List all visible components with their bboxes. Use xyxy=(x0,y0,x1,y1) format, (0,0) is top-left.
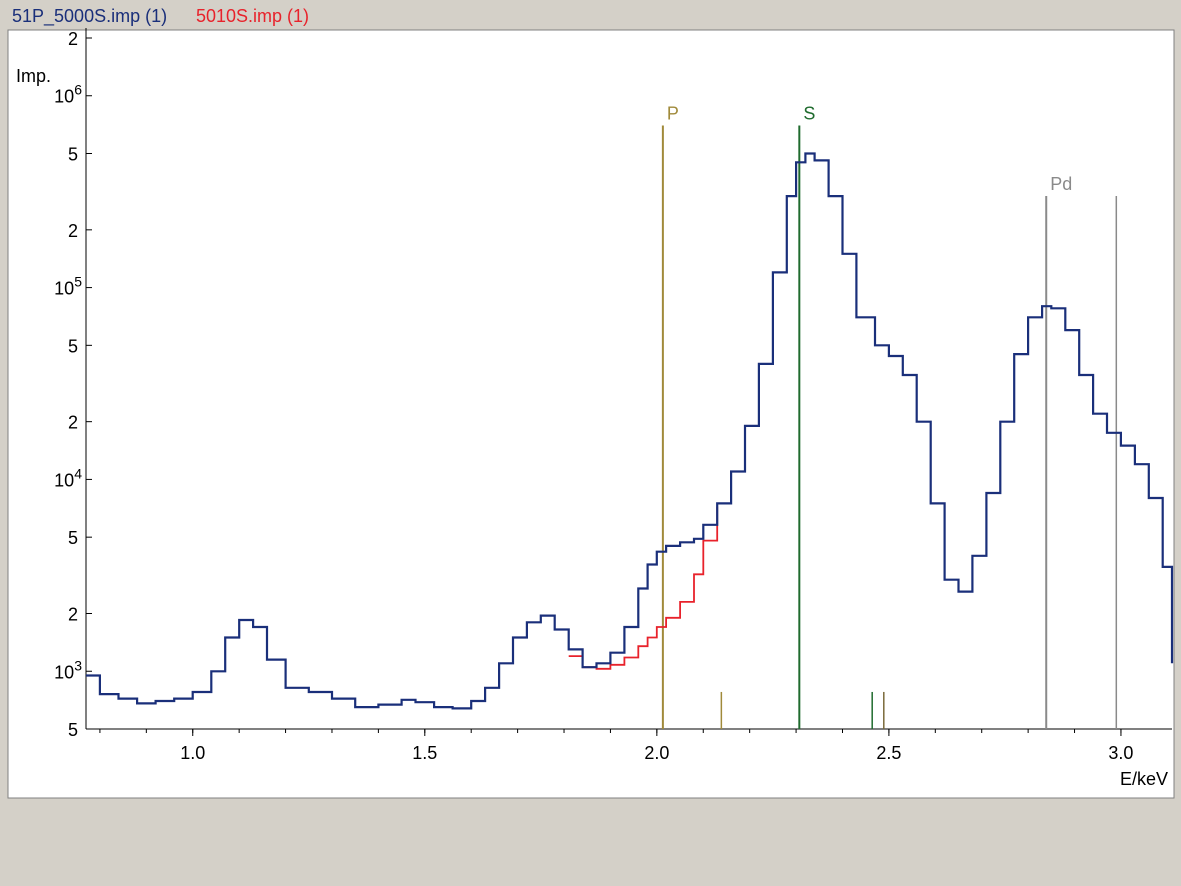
y-tick-label: 2 xyxy=(68,605,78,625)
x-tick-label: 1.5 xyxy=(412,743,437,763)
y-axis-title: Imp. xyxy=(16,66,51,86)
chart-panel xyxy=(7,29,1175,799)
y-tick-label: 2 xyxy=(68,221,78,241)
y-tick-label: 2 xyxy=(68,413,78,433)
x-axis-title: E/keV xyxy=(1120,769,1168,789)
x-tick-label: 2.0 xyxy=(644,743,669,763)
y-tick-label: 5 xyxy=(68,336,78,356)
x-tick-label: 2.5 xyxy=(876,743,901,763)
y-tick-label: 5 xyxy=(68,528,78,548)
y-tick-label: 2 xyxy=(68,29,78,49)
y-tick-label: 5 xyxy=(68,144,78,164)
element-marker-label: P xyxy=(667,103,679,123)
y-tick-label: 5 xyxy=(68,720,78,740)
element-marker-label: S xyxy=(803,103,815,123)
element-marker-label: Pd xyxy=(1050,174,1072,194)
x-tick-label: 1.0 xyxy=(180,743,205,763)
status-panel xyxy=(0,800,1181,886)
spectrum-chart: 510325104251052510621.0 1.5 2.0 2.5 3.0Imp.E… xyxy=(7,28,1175,799)
x-tick-label: 3.0 xyxy=(1108,743,1133,763)
